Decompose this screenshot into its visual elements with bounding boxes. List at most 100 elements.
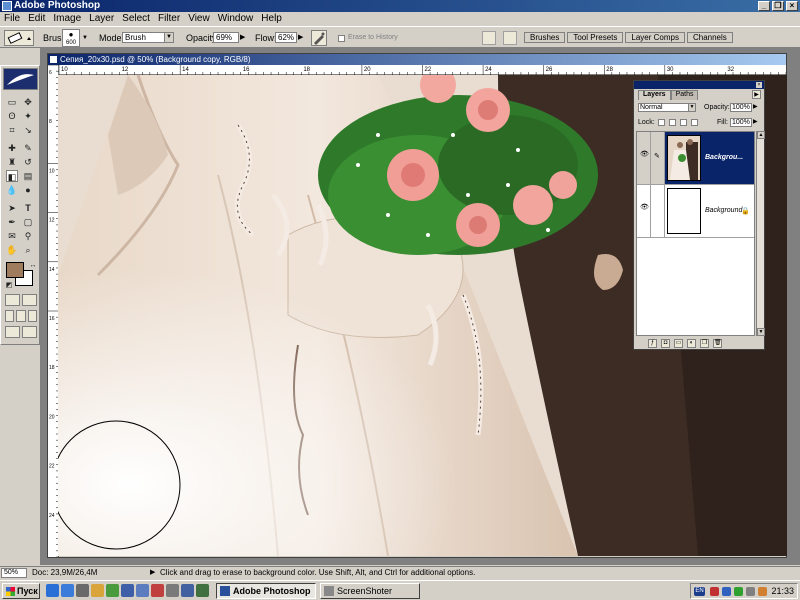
lock-transparent-checkbox[interactable] [658, 119, 665, 126]
mode-select[interactable]: Brush ▼ [122, 32, 174, 43]
crop-tool-icon[interactable]: ⌗ [6, 124, 18, 136]
zoom-tool-icon[interactable]: ⌕ [22, 244, 34, 256]
flow-field[interactable]: 62% [275, 32, 297, 43]
menu-file[interactable]: File [0, 12, 24, 25]
blend-mode-select[interactable]: Normal ▼ [638, 103, 696, 112]
slice-tool-icon[interactable]: ↘ [22, 124, 34, 136]
app-icon-2[interactable] [151, 584, 164, 597]
fill-field[interactable]: 100% [730, 118, 752, 127]
tab-layers[interactable]: Layers [638, 90, 671, 100]
layer-opacity-field[interactable]: 100% [730, 103, 752, 112]
opacity-field[interactable]: 69% [213, 32, 239, 43]
swap-colors-icon[interactable]: ↔ [27, 260, 39, 272]
minimize-button[interactable]: _ [758, 1, 770, 11]
outlook-icon[interactable] [61, 584, 74, 597]
close-icon[interactable]: × [756, 82, 762, 88]
imageready-icon[interactable] [22, 326, 37, 338]
menu-select[interactable]: Select [118, 12, 154, 25]
menu-help[interactable]: Help [257, 12, 286, 25]
app-icon[interactable] [136, 584, 149, 597]
marquee-tool-icon[interactable]: ▭ [6, 96, 18, 108]
task-adobe-photoshop[interactable]: Adobe Photoshop [216, 583, 316, 599]
trash-icon[interactable]: 🗑 [713, 339, 722, 348]
file-browser-button[interactable] [482, 31, 496, 45]
menu-layer[interactable]: Layer [85, 12, 118, 25]
type-tool-icon[interactable]: T [22, 202, 34, 214]
task-screenshoter[interactable]: ScreenShoter [320, 583, 420, 599]
zoom-field[interactable]: 50% [1, 568, 27, 578]
close-button[interactable]: × [786, 1, 798, 11]
panel-menu-icon[interactable]: ▶ [752, 90, 761, 99]
app-icon-3[interactable] [166, 584, 179, 597]
tab-brushes[interactable]: Brushes [524, 32, 566, 43]
restore-button[interactable]: ❐ [772, 1, 784, 11]
scroll-down-icon[interactable]: ▼ [757, 328, 765, 336]
layers-scrollbar[interactable]: ▲ ▼ [756, 131, 765, 336]
start-button[interactable]: Пуск [2, 583, 40, 599]
clone-stamp-tool-icon[interactable]: ♜ [6, 156, 18, 168]
layer-row-background[interactable]: 👁 Background 🔒 [637, 185, 754, 238]
layer-style-icon[interactable]: ƒ [648, 339, 657, 348]
layer-row-background-copy[interactable]: 👁 ✎ Backgrou... [637, 132, 754, 185]
word-icon[interactable] [121, 584, 134, 597]
blur-tool-icon[interactable]: 💧 [6, 184, 18, 196]
antivirus-icon[interactable] [710, 587, 719, 596]
document-titlebar[interactable]: Сепия_20x30.psd @ 50% (Background copy, … [48, 54, 786, 65]
lock-all-checkbox[interactable] [691, 119, 698, 126]
lock-image-checkbox[interactable] [669, 119, 676, 126]
notes-tool-icon[interactable]: ✉ [6, 230, 18, 242]
ie-icon[interactable] [46, 584, 59, 597]
shape-tool-icon[interactable]: ▢ [22, 216, 34, 228]
menu-filter[interactable]: Filter [154, 12, 184, 25]
eraser-tool-icon[interactable]: ◧ [6, 170, 18, 182]
layer-opacity-arrow[interactable]: ▶ [753, 103, 758, 112]
volume-icon[interactable] [746, 587, 755, 596]
hand-tool-icon[interactable]: ✋ [6, 244, 18, 256]
tab-channels[interactable]: Channels [686, 32, 733, 43]
foreground-color-swatch[interactable] [6, 262, 24, 278]
tool-preset-picker[interactable] [4, 30, 34, 46]
fill-arrow[interactable]: ▶ [753, 118, 758, 127]
new-group-icon[interactable]: ▭ [674, 339, 683, 348]
scroll-up-icon[interactable]: ▲ [757, 131, 765, 139]
lasso-tool-icon[interactable]: ʘ [6, 110, 18, 122]
pen-tool-icon[interactable]: ✒ [6, 216, 18, 228]
add-mask-icon[interactable]: ◘ [661, 339, 670, 348]
link-column[interactable]: ✎ [651, 132, 665, 184]
path-selection-tool-icon[interactable]: ➤ [6, 202, 18, 214]
quick-mask-button[interactable] [22, 294, 37, 306]
tab-paths[interactable]: Paths [670, 90, 699, 100]
app-icon-4[interactable] [181, 584, 194, 597]
tab-tool-presets[interactable]: Tool Presets [567, 32, 624, 43]
history-brush-tool-icon[interactable]: ↺ [22, 156, 34, 168]
default-colors-icon[interactable]: ◩ [3, 280, 15, 292]
menu-view[interactable]: View [184, 12, 214, 25]
tray-app-icon[interactable] [758, 587, 767, 596]
airbrush-button[interactable] [311, 30, 327, 46]
brush-dropdown-arrow[interactable]: ▼ [82, 31, 88, 45]
media-icon[interactable] [106, 584, 119, 597]
language-indicator[interactable]: EN [694, 587, 705, 596]
standard-screen-button[interactable] [5, 310, 15, 322]
opacity-slider-arrow[interactable]: ▶ [240, 31, 245, 45]
full-screen-button[interactable] [27, 310, 37, 322]
menu-edit[interactable]: Edit [24, 12, 49, 25]
erase-to-history-checkbox[interactable] [338, 35, 345, 42]
magic-wand-tool-icon[interactable]: ✦ [22, 110, 34, 122]
jump-to-imageready-button[interactable] [5, 326, 20, 338]
gradient-tool-icon[interactable]: ▤ [22, 170, 34, 182]
dodge-tool-icon[interactable]: ● [22, 184, 34, 196]
app-icon-5[interactable] [196, 584, 209, 597]
menu-image[interactable]: Image [49, 12, 85, 25]
palette-toggle-button[interactable] [503, 31, 517, 45]
adobe-online-logo[interactable] [3, 68, 38, 90]
standard-mode-button[interactable] [5, 294, 20, 306]
update-icon[interactable] [734, 587, 743, 596]
visibility-toggle[interactable]: 👁 [637, 185, 651, 237]
new-layer-icon[interactable]: ❐ [700, 339, 709, 348]
tab-layer-comps[interactable]: Layer Comps [625, 32, 685, 43]
brush-tool-icon[interactable]: ✎ [22, 142, 34, 154]
visibility-toggle[interactable]: 👁 [637, 132, 651, 184]
folder-icon[interactable] [91, 584, 104, 597]
brush-picker[interactable]: ● 600 [62, 29, 80, 47]
